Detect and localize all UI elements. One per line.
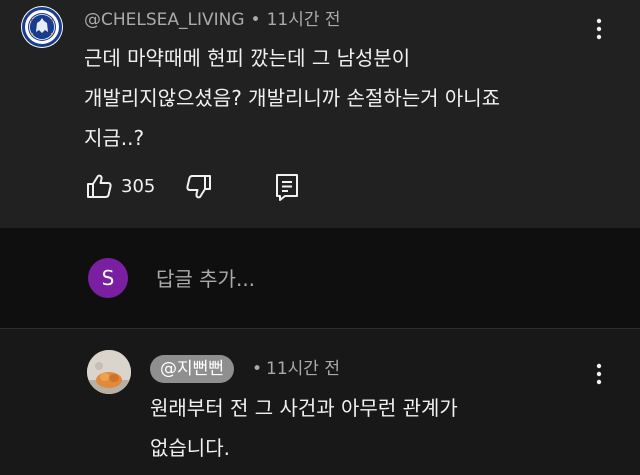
reply-meta: • 11시간 전: [252, 357, 340, 381]
dislike-icon: [186, 175, 211, 199]
avatar[interactable]: [21, 6, 63, 48]
reply-text: 원래부터 전 그 사건과 아무런 관계가 없습니다.: [150, 388, 570, 468]
reply-author-chip[interactable]: @지뻔뻔: [150, 355, 234, 383]
reply-time[interactable]: 11시간 전: [266, 359, 340, 379]
like-button[interactable]: [84, 171, 114, 201]
avatar-image-icon: [87, 350, 131, 394]
comment-meta: @CHELSEA_LIVING • 11시간 전: [84, 8, 341, 32]
more-vert-icon[interactable]: [587, 359, 611, 389]
chelsea-crest-icon: [22, 7, 62, 47]
comment-text: 근데 마약때메 현피 깠는데 그 남성분이 개발리지않으셨음? 개발리니까 손절…: [84, 38, 604, 158]
comment-line: 근데 마약때메 현피 깠는데 그 남성분이: [84, 46, 411, 70]
user-avatar[interactable]: S: [88, 258, 128, 298]
reply-button[interactable]: [273, 172, 301, 202]
reply-line: 원래부터 전 그 사건과 아무런 관계가: [150, 396, 458, 420]
reply-avatar[interactable]: [87, 350, 131, 394]
comment-time[interactable]: 11시간 전: [267, 10, 341, 30]
reply-icon: [276, 174, 298, 201]
dislike-button[interactable]: [184, 172, 214, 202]
comment-author[interactable]: @CHELSEA_LIVING: [84, 10, 245, 30]
reply-line: 없습니다.: [150, 436, 230, 460]
like-icon: [87, 174, 112, 198]
like-count: 305: [121, 176, 156, 197]
separator-dot: •: [252, 359, 263, 379]
comment-line: 지금..?: [84, 126, 145, 150]
comment-line: 개발리지않으셨음? 개발리니까 손절하는거 아니죠: [84, 86, 501, 110]
reply-input[interactable]: 답글 추가...: [156, 266, 596, 292]
separator-dot: •: [250, 10, 261, 30]
